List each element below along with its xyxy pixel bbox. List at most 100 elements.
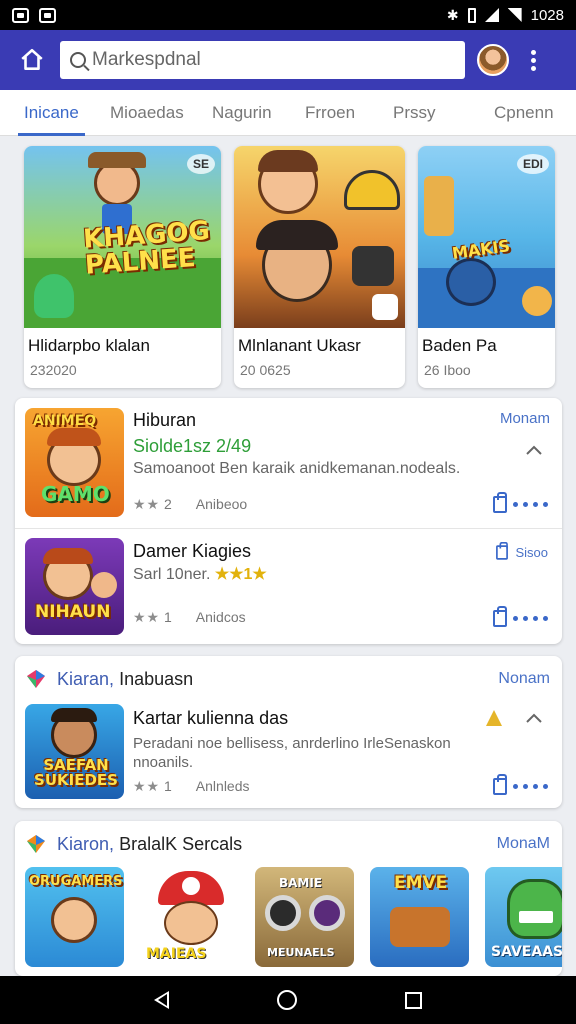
overflow-menu-icon[interactable] xyxy=(531,49,537,71)
app-name: Damer Kiagies xyxy=(133,541,252,561)
section-title: Kiaron, BralalK Sercals xyxy=(57,834,242,855)
meta-text: Anibeoo xyxy=(195,496,248,512)
gallery-label: SAVEAAS xyxy=(491,944,562,960)
app-meta: ★★ 2 Anibeoo xyxy=(133,496,247,513)
featured-card[interactable]: MAKIS EDI Baden Pa 26 Iboo xyxy=(418,146,555,388)
featured-subtitle: 20 0625 xyxy=(240,362,291,378)
shopping-bag-icon[interactable] xyxy=(493,774,507,795)
brand-logo-icon xyxy=(27,835,45,853)
featured-title: Mlnlanant Ukasr xyxy=(238,336,361,355)
section-brand: Kiaran, xyxy=(57,668,115,689)
search-input[interactable] xyxy=(92,49,432,71)
featured-subtitle: 26 Iboo xyxy=(424,362,471,378)
more-icon[interactable] xyxy=(513,784,548,789)
rating-stars: ★★ xyxy=(133,609,161,625)
featured-art: KHAGOG PALNEE SE xyxy=(24,146,221,328)
thumb-top-text: ANIMEQ xyxy=(33,413,97,429)
home-icon xyxy=(21,48,43,70)
shopping-bag-icon[interactable] xyxy=(493,606,507,627)
item-actions xyxy=(493,606,548,627)
message-icon xyxy=(39,7,56,23)
bluetooth-icon: ✱ xyxy=(446,6,459,23)
gallery-item[interactable]: SAVEAAS xyxy=(485,867,562,967)
thumb-text: SAEFAN SUKIEDES xyxy=(34,756,118,789)
app-name: Kartar kulienna das xyxy=(133,708,289,728)
rating-value: 2 xyxy=(164,496,172,512)
section-link[interactable]: MonaM xyxy=(497,835,550,853)
app-description: Peradani noe bellisess, anrderlino IrleS… xyxy=(133,735,451,771)
featured-card[interactable]: Mlnlanant Ukasr 20 0625 xyxy=(234,146,405,388)
tab-5[interactable]: Prssy xyxy=(393,90,436,136)
search-bar[interactable] xyxy=(60,41,465,79)
small-link[interactable]: Sisoo xyxy=(515,545,548,560)
featured-card[interactable]: KHAGOG PALNEE SE Hlidarpbo klalan 232020 xyxy=(24,146,221,388)
chevron-up-icon[interactable] xyxy=(526,712,542,724)
chevron-up-icon[interactable] xyxy=(526,444,542,456)
featured-art xyxy=(234,146,405,328)
gallery-item[interactable]: BAMIE MEUNAELS xyxy=(255,867,354,967)
featured-title: Baden Pa xyxy=(422,336,497,355)
recent-apps-icon[interactable] xyxy=(405,991,422,1009)
tab-4[interactable]: Frroen xyxy=(305,90,355,136)
section-brand: Kiaron, xyxy=(57,833,115,854)
featured-carousel: KHAGOG PALNEE SE Hlidarpbo klalan 232020… xyxy=(0,146,576,388)
avatar[interactable] xyxy=(477,44,509,76)
tab-bar: Inicane Mioaedas Nagurin Frroen Prssy Cp… xyxy=(0,90,576,136)
gallery-item[interactable]: ORUGAMERS xyxy=(25,867,124,967)
app-list-panel: ANIMEQ GAMO Hiburan Siolde1sz 2/49 Samoa… xyxy=(15,398,562,644)
tab-home[interactable]: Inicane xyxy=(18,90,85,136)
app-description: Samoanoot Ben karaik anidkemanan.nodeals… xyxy=(133,460,461,477)
list-item[interactable]: NIHAUN Damer Kiagies Sarl 10ner. ★★1★ ★★… xyxy=(15,529,562,644)
featured-title: Hlidarpbo klalan xyxy=(28,336,150,355)
thumb-text: GAMO xyxy=(41,482,110,506)
section-panel: Kiaran, Inabuasn Nonam SAEFAN SUKIEDES K… xyxy=(15,656,562,808)
more-icon[interactable] xyxy=(513,502,548,507)
gallery-label: MEUNAELS xyxy=(267,946,335,959)
list-item[interactable]: SAEFAN SUKIEDES Kartar kulienna das Pera… xyxy=(15,700,562,808)
featured-badge: SE xyxy=(186,154,215,174)
award-icon xyxy=(486,710,502,726)
tab-2[interactable]: Mioaedas xyxy=(110,90,184,136)
thumb-text: NIHAUN xyxy=(35,602,111,622)
app-thumbnail: ANIMEQ GAMO xyxy=(25,408,124,517)
meta-text: Anidcos xyxy=(195,609,246,625)
search-icon xyxy=(70,52,86,68)
app-bar xyxy=(0,30,576,90)
clock: 1028 xyxy=(530,6,564,24)
brand-logo-icon xyxy=(27,670,45,688)
shopping-bag-icon[interactable] xyxy=(493,492,507,513)
app-thumbnail: SAEFAN SUKIEDES xyxy=(25,704,124,799)
featured-subtitle: 232020 xyxy=(30,362,77,378)
gallery-item[interactable]: EMVE xyxy=(370,867,469,967)
rating-stars: ★★ xyxy=(133,778,161,794)
system-nav-bar xyxy=(0,976,576,1024)
app-subtitle: Siolde1sz 2/49 xyxy=(133,436,252,456)
status-bar: ✱ 1028 xyxy=(0,0,576,30)
app-name: Hiburan xyxy=(133,410,197,430)
list-item[interactable]: ANIMEQ GAMO Hiburan Siolde1sz 2/49 Samoa… xyxy=(15,398,562,528)
home-circle-icon[interactable] xyxy=(277,990,297,1010)
gold-stars: ★★1★ xyxy=(214,566,267,583)
featured-art: MAKIS EDI xyxy=(418,146,555,328)
tab-3[interactable]: Nagurin xyxy=(212,90,272,136)
item-actions xyxy=(493,774,548,795)
section-title-text: Inabuasn xyxy=(119,668,194,689)
shopping-bag-icon[interactable] xyxy=(496,541,509,560)
app-subtitle-text: Sarl 10ner. xyxy=(133,566,211,583)
featured-badge: EDI xyxy=(516,154,549,174)
more-link[interactable]: Monam xyxy=(500,410,550,427)
app-meta: ★★ 1 Anlnleds xyxy=(133,778,250,795)
tab-6[interactable]: Cpnenn xyxy=(494,90,554,136)
section-header: Kiaron, BralalK Sercals xyxy=(25,833,242,855)
section-title: Kiaran, Inabuasn xyxy=(57,669,193,690)
app-gallery: ORUGAMERS MAIEAS BAMIE MEUNAELS EMVE SAV… xyxy=(25,867,562,967)
back-icon[interactable] xyxy=(154,991,169,1009)
gallery-item[interactable]: MAIEAS xyxy=(140,867,239,967)
more-icon[interactable] xyxy=(513,616,548,621)
section-link[interactable]: Nonam xyxy=(498,670,550,688)
rating-value: 1 xyxy=(164,609,172,625)
featured-art-title: MAKIS xyxy=(450,236,512,263)
app-thumbnail: NIHAUN xyxy=(25,538,124,635)
home-button[interactable] xyxy=(14,42,50,78)
section-title-text: BralalK Sercals xyxy=(119,833,243,854)
